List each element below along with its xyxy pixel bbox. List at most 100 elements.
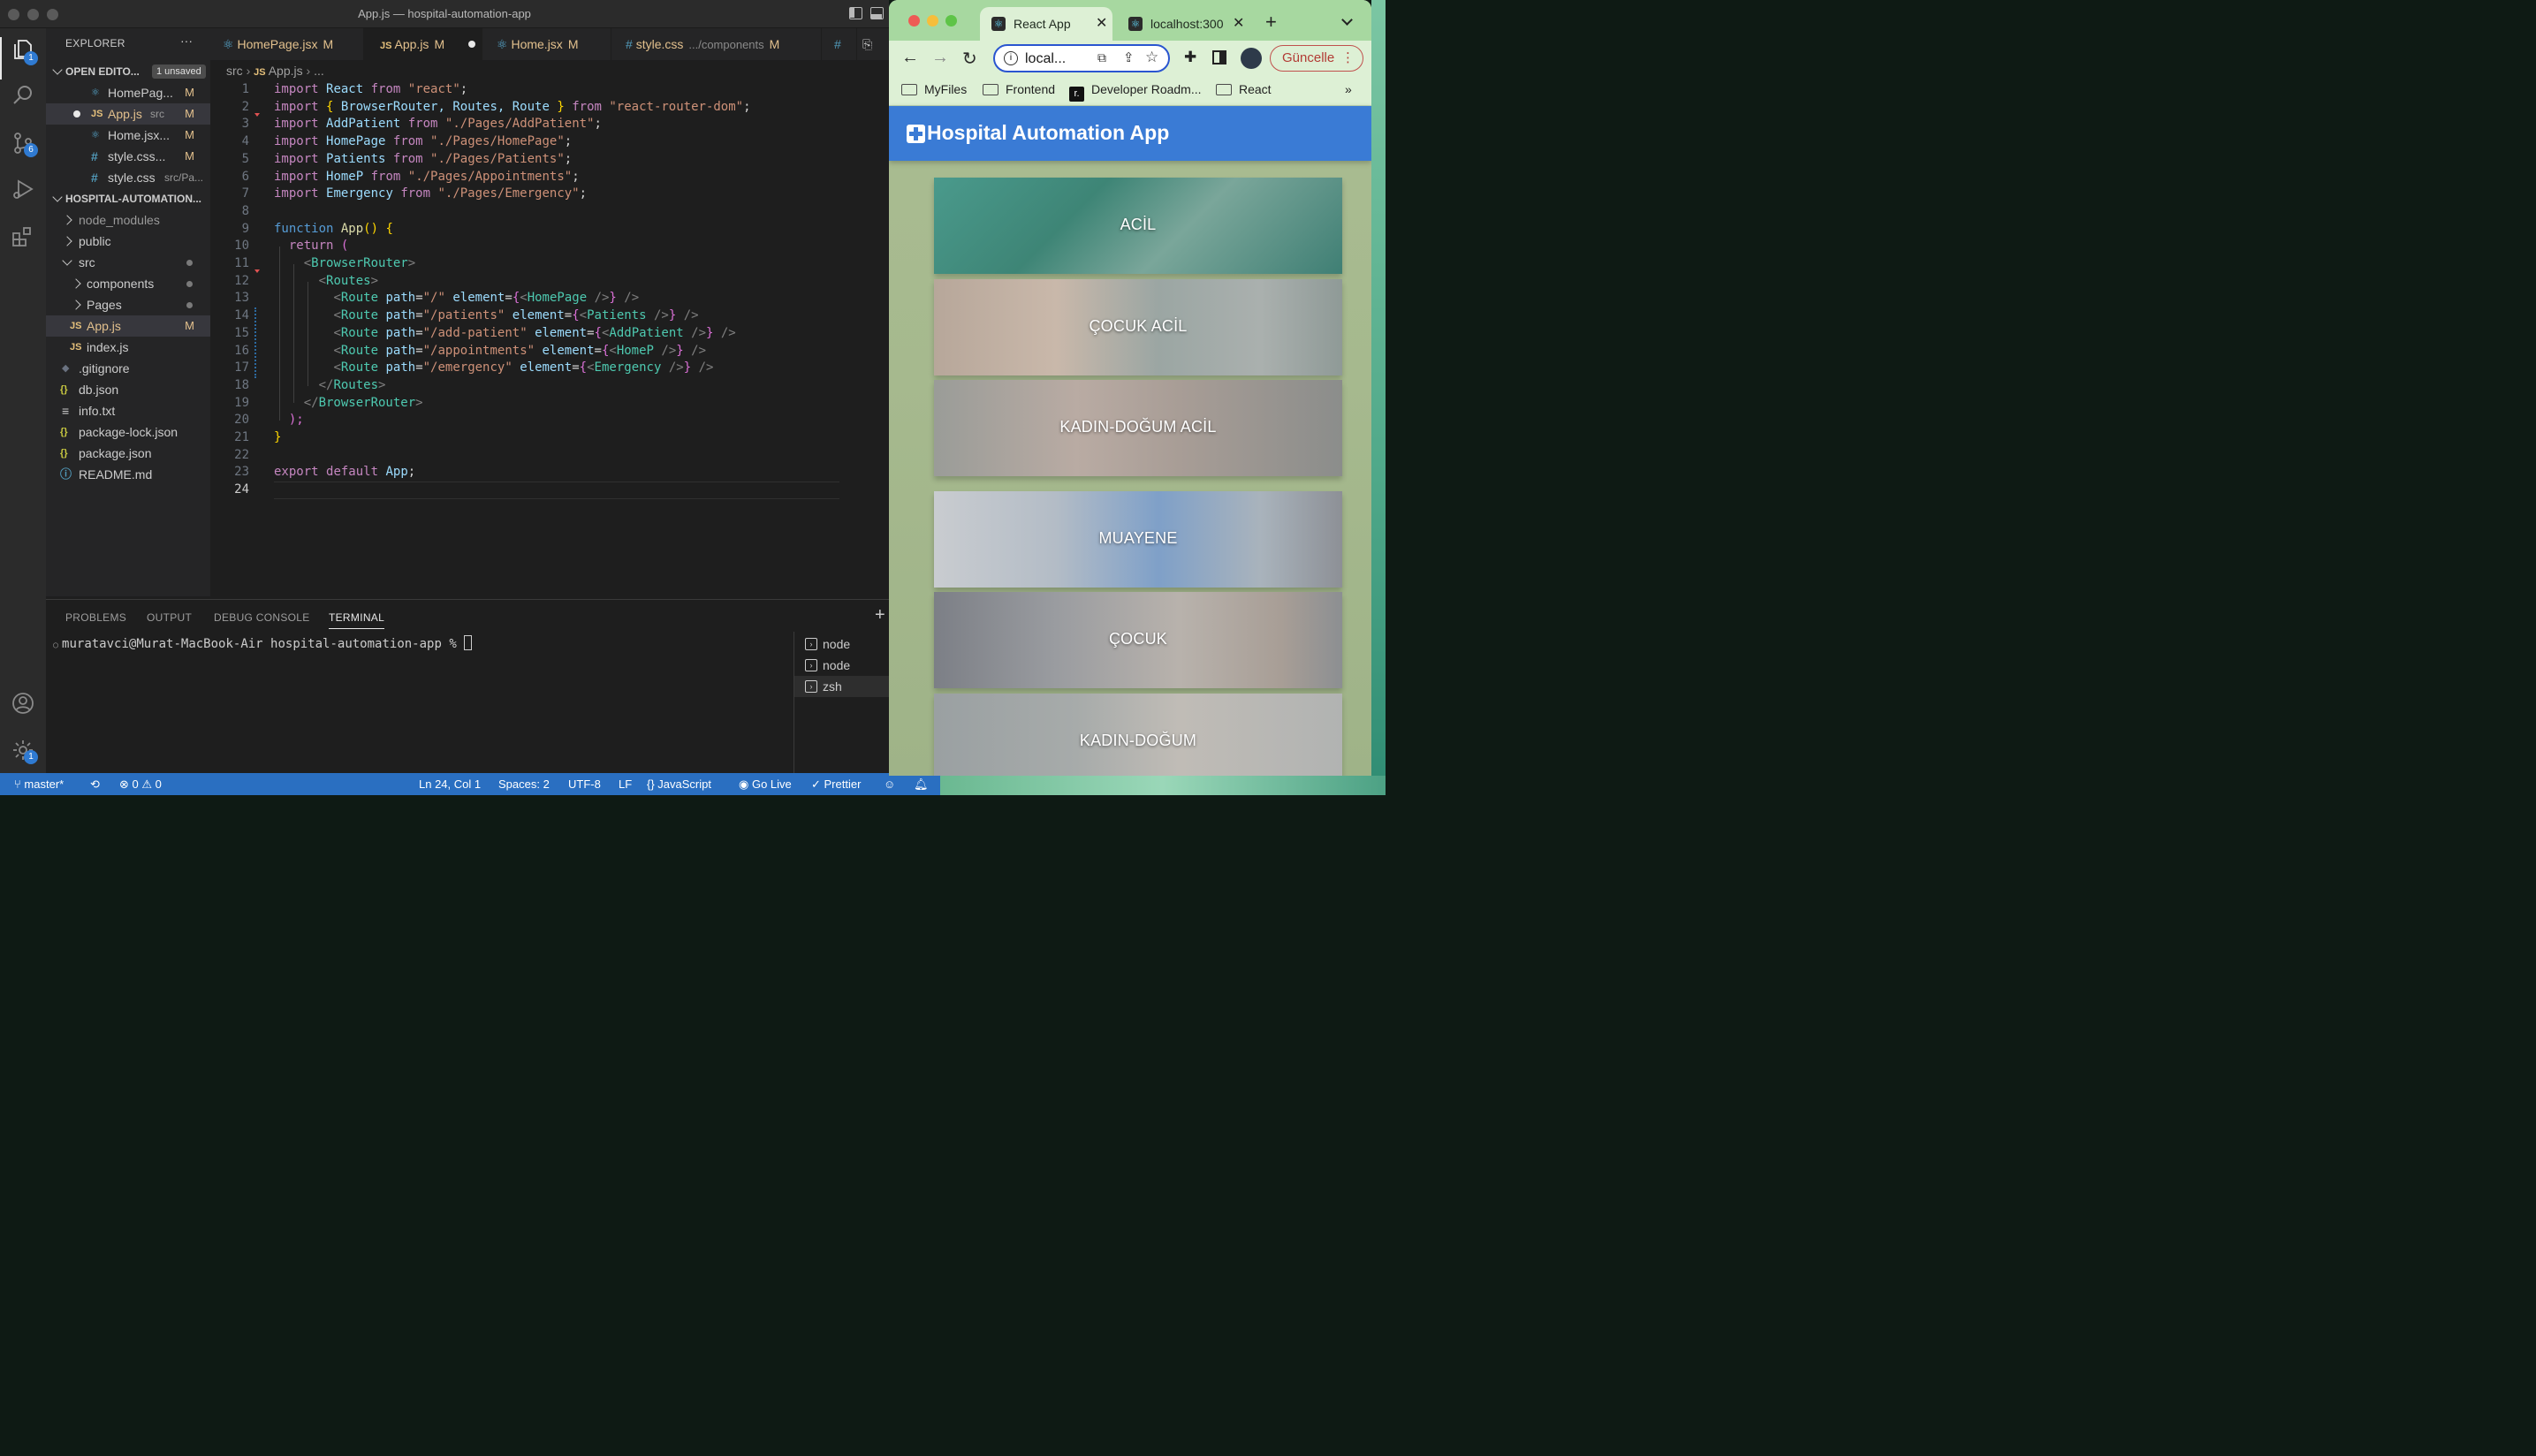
side-panel-icon[interactable]	[1212, 50, 1226, 64]
tree-folder[interactable]: public	[46, 231, 210, 252]
tab-overflow[interactable]: #	[822, 28, 857, 60]
breadcrumb-more[interactable]: ...	[314, 64, 324, 78]
tree-folder[interactable]: Pages	[46, 294, 210, 315]
tab-debug-console[interactable]: DEBUG CONSOLE	[214, 611, 310, 624]
tab-style-css[interactable]: # style.css .../components M	[611, 28, 822, 60]
address-bar[interactable]: i local... ⧉ ⇪ ☆	[993, 44, 1170, 72]
terminal-item[interactable]: › node	[794, 655, 890, 676]
run-debug-icon[interactable]	[11, 177, 35, 201]
new-terminal-icon[interactable]: +	[875, 605, 885, 626]
cursor-position[interactable]: Ln 24, Col 1	[419, 777, 481, 791]
tree-file[interactable]: ⓘ README.md	[46, 464, 210, 485]
breadcrumb-folder[interactable]: src	[226, 64, 243, 78]
code-line[interactable]: <Route path="/appointments" element={<Ho…	[274, 344, 706, 358]
tab-problems[interactable]: PROBLEMS	[65, 611, 126, 624]
language-mode[interactable]: {} JavaScript	[647, 777, 711, 791]
sync-icon[interactable]: ⟲	[90, 777, 100, 792]
tab-homepage[interactable]: ⚛ HomePage.jsx M	[210, 28, 364, 60]
card-cocuk-acil[interactable]: ÇOCUK ACİL	[934, 279, 1342, 375]
bookmark-react[interactable]: React	[1216, 82, 1272, 96]
code-line[interactable]: import Patients from "./Pages/Patients";	[274, 152, 572, 166]
profile-avatar[interactable]	[1241, 48, 1262, 69]
close-tab-icon[interactable]: ✕	[1096, 7, 1107, 41]
open-editor-item[interactable]: ⚛ HomePag... M	[46, 82, 210, 103]
problems-status[interactable]: ⊗ 0 ⚠ 0	[119, 777, 162, 792]
go-live-button[interactable]: ◉ Go Live	[739, 777, 792, 792]
bookmark-star-icon[interactable]: ☆	[1145, 49, 1158, 66]
terminal-output[interactable]: ○ muratavci@Murat-MacBook-Air hospital-au…	[53, 635, 473, 651]
code-line[interactable]: import Emergency from "./Pages/Emergency…	[274, 186, 587, 201]
share-icon[interactable]: ⇪	[1123, 49, 1135, 65]
search-icon[interactable]	[11, 83, 35, 108]
menu-kebab-icon[interactable]: ⋮	[1341, 46, 1355, 70]
tab-terminal[interactable]: TERMINAL	[329, 611, 385, 629]
project-section[interactable]: HOSPITAL-AUTOMATION...	[46, 188, 210, 209]
code-editor[interactable]: 1 import React from "react"; 2 import { Bro…	[210, 81, 1094, 598]
card-acil[interactable]: ACİL	[934, 178, 1342, 274]
tree-file[interactable]: JS App.js M	[46, 315, 210, 337]
zoom-window-button[interactable]	[945, 15, 957, 27]
code-line[interactable]: function App() {	[274, 222, 393, 236]
tree-file[interactable]: {} db.json	[46, 379, 210, 400]
code-line[interactable]: return (	[274, 239, 348, 253]
code-line[interactable]: import AddPatient from "./Pages/AddPatie…	[274, 117, 602, 131]
bookmark-myfiles[interactable]: MyFiles	[901, 82, 967, 96]
code-line[interactable]: import React from "react";	[274, 82, 467, 96]
code-line[interactable]: export default App;	[274, 465, 415, 479]
site-info-icon[interactable]: i	[1004, 51, 1018, 65]
code-line[interactable]: <Route path="/" element={<HomePage />} /…	[274, 291, 639, 305]
line-ending[interactable]: LF	[619, 777, 632, 791]
minimize-window-button[interactable]	[927, 15, 938, 27]
compare-changes-icon[interactable]: ⎘	[862, 37, 872, 52]
reload-icon[interactable]: ↻	[962, 48, 977, 70]
code-line[interactable]: import HomePage from "./Pages/HomePage";	[274, 134, 572, 148]
tree-file[interactable]: ◆ .gitignore	[46, 358, 210, 379]
extensions-puzzle-icon[interactable]: ✚	[1184, 49, 1196, 66]
browser-tab-localhost[interactable]: ⚛ localhost:300 ✕	[1117, 7, 1249, 41]
tab-home-jsx[interactable]: ⚛ Home.jsx M	[482, 28, 611, 60]
tree-file[interactable]: ≡ info.txt	[46, 400, 210, 421]
close-window-button[interactable]	[908, 15, 920, 27]
tree-folder[interactable]: src	[46, 252, 210, 273]
forward-arrow-icon[interactable]: →	[931, 48, 949, 68]
branch-status[interactable]: ⑂ master*	[14, 777, 64, 791]
tab-search-chevron-icon[interactable]	[1341, 14, 1353, 26]
toggle-panel-icon[interactable]	[870, 7, 884, 19]
code-line[interactable]: <Route path="/patients" element={<Patien…	[274, 308, 698, 322]
notifications-bell-icon[interactable]: 🔔︎	[914, 777, 929, 792]
update-button[interactable]: Güncelle ⋮	[1270, 45, 1363, 72]
tree-file[interactable]: JS index.js	[46, 337, 210, 358]
back-arrow-icon[interactable]: ←	[901, 48, 919, 68]
code-line[interactable]: <Route path="/add-patient" element={<Add…	[274, 326, 735, 340]
code-line[interactable]: <Route path="/emergency" element={<Emerg…	[274, 360, 713, 375]
code-line[interactable]: }	[274, 430, 281, 444]
new-tab-icon[interactable]: +	[1265, 11, 1277, 34]
open-editor-item[interactable]: ⚛ Home.jsx... M	[46, 125, 210, 146]
card-cocuk[interactable]: ÇOCUK	[934, 592, 1342, 688]
card-kadin-dogum[interactable]: KADIN-DOĞUM	[934, 694, 1342, 776]
encoding[interactable]: UTF-8	[568, 777, 601, 791]
tree-file[interactable]: {} package-lock.json	[46, 421, 210, 443]
explorer-icon[interactable]: 1	[11, 37, 38, 65]
open-editor-item[interactable]: JS App.js src M	[46, 103, 210, 125]
code-line[interactable]: );	[274, 413, 304, 427]
card-muayene[interactable]: MUAYENE	[934, 491, 1342, 588]
terminal-item[interactable]: › zsh	[794, 676, 890, 697]
code-line[interactable]: </Routes>	[274, 378, 386, 392]
breadcrumb-file[interactable]: App.js	[269, 64, 303, 78]
tree-folder[interactable]: components	[46, 273, 210, 294]
account-icon[interactable]	[11, 691, 35, 716]
unsaved-dot-icon[interactable]	[468, 41, 475, 48]
translate-icon[interactable]: ⧉	[1097, 50, 1106, 65]
card-kadin-dogum-acil[interactable]: KADIN-DOĞUM ACİL	[934, 380, 1342, 476]
prettier-status[interactable]: ✓ Prettier	[811, 777, 861, 792]
more-actions-icon[interactable]: ···	[180, 34, 193, 48]
tree-folder[interactable]: node_modules	[46, 209, 210, 231]
source-control-icon[interactable]: 6	[11, 131, 38, 157]
open-editor-item[interactable]: # style.css src/Pa...	[46, 167, 210, 188]
terminal-item[interactable]: › node	[794, 633, 890, 655]
feedback-icon[interactable]: ☺	[884, 777, 895, 791]
tab-app-js[interactable]: JS App.js M	[364, 28, 482, 60]
settings-gear-icon[interactable]: 1	[11, 738, 38, 764]
code-line[interactable]: <BrowserRouter>	[274, 256, 415, 270]
